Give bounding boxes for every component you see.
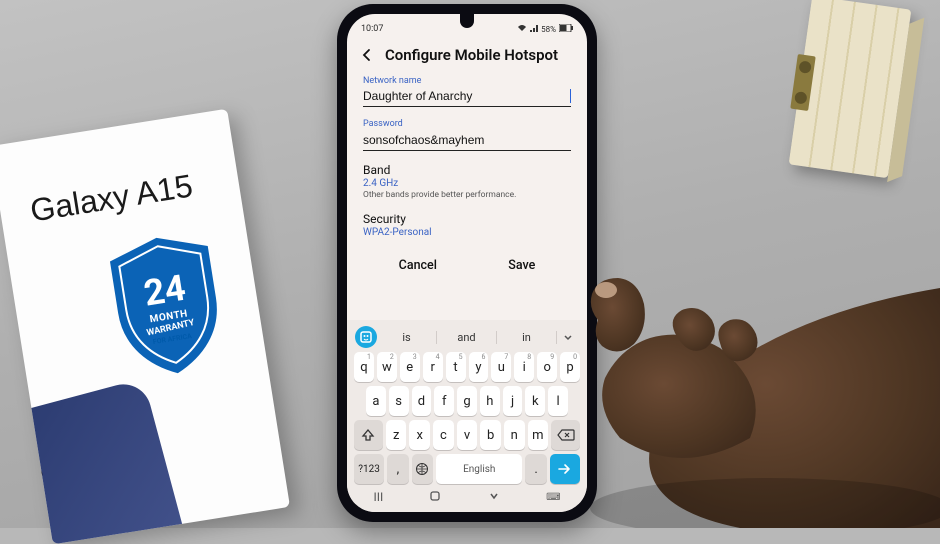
key-h[interactable]: h [480, 386, 500, 416]
key-row-3: z x c v b n m [351, 418, 583, 452]
signal-icon [530, 24, 538, 34]
key-k[interactable]: k [525, 386, 545, 416]
key-a[interactable]: a [366, 386, 386, 416]
security-value: WPA2-Personal [363, 227, 571, 238]
save-button[interactable]: Save [490, 254, 553, 277]
key-backspace[interactable] [551, 420, 580, 450]
soft-keyboard: is and in 1q 2w 3e 4r 5t 6y 7u 8i 9o 0p [347, 320, 587, 512]
warranty-badge: 24 MONTH WARRANTY FOR AFRICA [102, 228, 233, 383]
password-label: Password [363, 119, 571, 129]
product-brand-text: Galaxy A15 [28, 167, 195, 229]
key-d[interactable]: d [412, 386, 432, 416]
key-period[interactable]: . [525, 454, 547, 484]
key-f[interactable]: f [434, 386, 454, 416]
battery-icon [559, 24, 573, 34]
key-i[interactable]: 8i [514, 352, 534, 382]
sticker-icon[interactable] [355, 326, 377, 348]
suggestion-1[interactable]: is [377, 331, 437, 344]
band-value: 2.4 GHz [363, 178, 571, 189]
key-q[interactable]: 1q [354, 352, 374, 382]
password-input[interactable] [363, 130, 571, 151]
key-language[interactable] [412, 454, 434, 484]
key-m[interactable]: m [528, 420, 549, 450]
key-c[interactable]: c [433, 420, 454, 450]
key-shift[interactable] [354, 420, 383, 450]
key-space[interactable]: English [436, 454, 522, 484]
suggestion-3[interactable]: in [497, 331, 557, 344]
suggestion-2[interactable]: and [437, 331, 497, 344]
phone-screen: 10:07 58% Configure Mobile Hotspot [347, 14, 587, 512]
key-x[interactable]: x [409, 420, 430, 450]
band-desc: Other bands provide better performance. [363, 190, 571, 200]
key-v[interactable]: v [457, 420, 478, 450]
battery-text: 58% [541, 25, 556, 34]
android-nav-bar: III ⌨ [351, 486, 583, 508]
band-title[interactable]: Band [363, 163, 571, 177]
key-enter[interactable] [550, 454, 580, 484]
key-l[interactable]: l [548, 386, 568, 416]
more-suggestions-icon[interactable] [557, 328, 579, 347]
key-s[interactable]: s [389, 386, 409, 416]
key-o[interactable]: 9o [537, 352, 557, 382]
key-g[interactable]: g [457, 386, 477, 416]
status-time: 10:07 [361, 24, 383, 34]
nav-recents[interactable]: III [373, 490, 383, 504]
camera-notch [460, 14, 474, 28]
network-name-input[interactable] [363, 86, 570, 106]
back-button[interactable] [359, 47, 375, 63]
network-name-label: Network name [363, 76, 571, 86]
key-j[interactable]: j [503, 386, 523, 416]
key-n[interactable]: n [504, 420, 525, 450]
key-b[interactable]: b [480, 420, 501, 450]
page-header: Configure Mobile Hotspot [347, 40, 587, 72]
key-t[interactable]: 5t [446, 352, 466, 382]
key-u[interactable]: 7u [491, 352, 511, 382]
suggestion-bar: is and in [351, 324, 583, 350]
nav-back[interactable] [487, 489, 501, 506]
cancel-button[interactable]: Cancel [381, 254, 455, 277]
key-row-2: a s d f g h j k l [351, 384, 583, 418]
key-row-4: ?123 , English . [351, 452, 583, 486]
key-y[interactable]: 6y [469, 352, 489, 382]
nav-home[interactable] [428, 489, 442, 506]
security-title[interactable]: Security [363, 212, 571, 226]
key-symbols[interactable]: ?123 [354, 454, 384, 484]
key-row-1: 1q 2w 3e 4r 5t 6y 7u 8i 9o 0p [351, 350, 583, 384]
text-cursor [570, 89, 571, 103]
wifi-icon [517, 24, 527, 34]
hotspot-form: Network name Password Band 2.4 GHz Other… [347, 76, 587, 283]
page-title: Configure Mobile Hotspot [385, 46, 558, 64]
nav-keyboard-icon[interactable]: ⌨ [546, 492, 560, 503]
key-e[interactable]: 3e [400, 352, 420, 382]
phone-device: 10:07 58% Configure Mobile Hotspot [337, 4, 597, 522]
key-comma[interactable]: , [387, 454, 409, 484]
key-r[interactable]: 4r [423, 352, 443, 382]
key-p[interactable]: 0p [560, 352, 580, 382]
key-w[interactable]: 2w [377, 352, 397, 382]
key-z[interactable]: z [386, 420, 407, 450]
